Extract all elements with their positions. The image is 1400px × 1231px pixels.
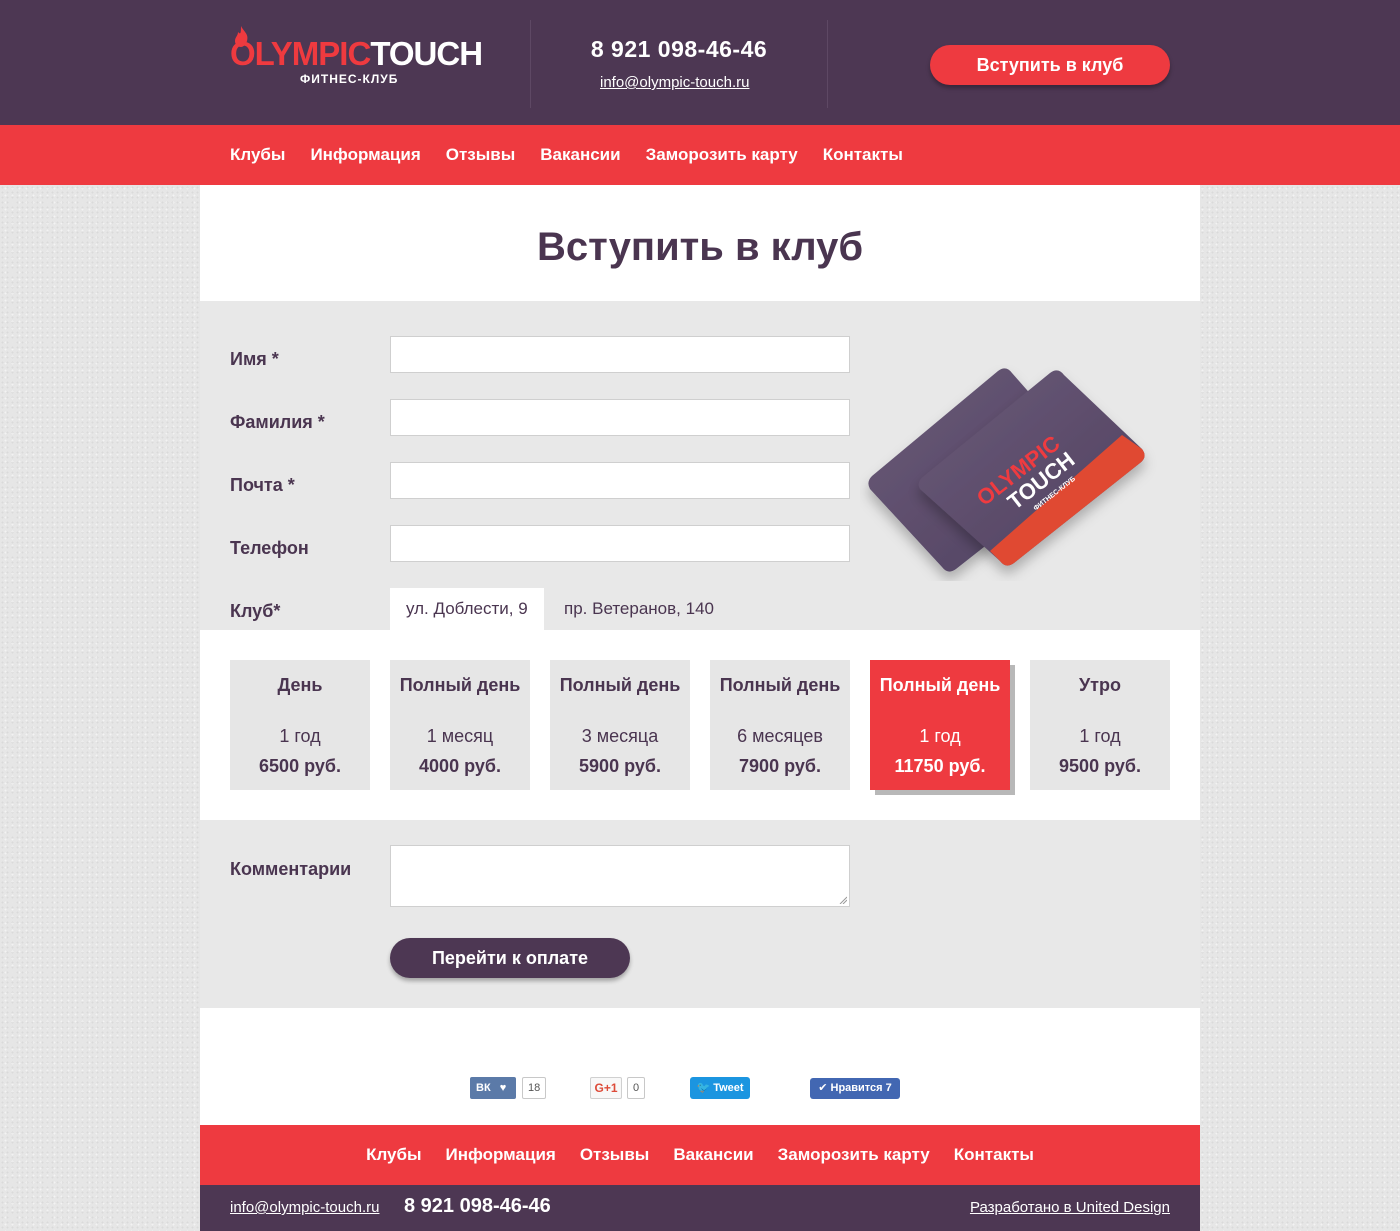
gplus-count: 0 bbox=[627, 1077, 646, 1099]
plan-price: 11750 руб. bbox=[894, 756, 986, 776]
developer-credit-link[interactable]: Разработано в United Design bbox=[970, 1199, 1170, 1216]
gplus-icon[interactable]: G+1 bbox=[590, 1077, 622, 1099]
nav-item-contacts[interactable]: Контакты bbox=[823, 125, 903, 185]
comment-textarea[interactable] bbox=[390, 845, 850, 907]
nav-item-info[interactable]: Информация bbox=[310, 125, 420, 185]
plan-period: 1 месяц bbox=[426, 726, 494, 746]
plan-period: 1 год bbox=[919, 726, 961, 746]
plan-price: 6500 руб. bbox=[259, 756, 341, 776]
vk-icon: ВК bbox=[476, 1082, 491, 1094]
membership-cards-image: OLYMPIC TOUCH ФИТНЕС-КЛУБ bbox=[868, 368, 1145, 572]
plan-card[interactable]: Полный день 6 месяцев 7900 руб. bbox=[710, 660, 850, 790]
proceed-to-payment-button[interactable]: Перейти к оплате bbox=[390, 938, 630, 978]
plan-card[interactable]: Утро 1 год 9500 руб. bbox=[1030, 660, 1170, 790]
plan-price: 5900 руб. bbox=[579, 756, 661, 776]
nav-item-vacancies[interactable]: Вакансии bbox=[540, 125, 620, 185]
join-form: Имя * Фамилия * Почта * Телефон Клуб* ул… bbox=[200, 301, 1200, 630]
page-title: Вступить в клуб bbox=[536, 225, 864, 269]
footer-email-link[interactable]: info@olympic-touch.ru bbox=[230, 1199, 379, 1216]
footer-nav: Клубы Информация Отзывы Вакансии Замороз… bbox=[200, 1125, 1200, 1185]
footer-nav-vacancies[interactable]: Вакансии bbox=[673, 1125, 753, 1185]
footer-nav-info[interactable]: Информация bbox=[446, 1125, 556, 1185]
surname-input[interactable] bbox=[390, 399, 850, 436]
plan-price: 9500 руб. bbox=[1059, 756, 1141, 776]
plan-name: Полный день bbox=[399, 675, 521, 695]
nav-item-clubs[interactable]: Клубы bbox=[230, 125, 285, 185]
comment-section: Комментарии Перейти к оплате bbox=[200, 820, 1200, 1008]
footer-nav-contacts[interactable]: Контакты bbox=[954, 1125, 1034, 1185]
surname-label: Фамилия * bbox=[230, 412, 325, 432]
heart-icon: ♥ bbox=[499, 1082, 507, 1094]
fb-like-label: Нравится 7 bbox=[830, 1082, 892, 1094]
membership-plans: День 1 год 6500 руб. Полный день 1 месяц… bbox=[230, 660, 1170, 790]
club-tab-doblesti[interactable]: ул. Доблести, 9 bbox=[390, 588, 544, 630]
gplus-share[interactable]: G+1 0 bbox=[590, 1077, 650, 1099]
plan-price: 4000 руб. bbox=[419, 756, 501, 776]
vk-share[interactable]: ВК ♥ 18 bbox=[470, 1077, 550, 1099]
comment-label: Комментарии bbox=[230, 859, 352, 879]
email-label: Почта * bbox=[230, 475, 295, 495]
plan-price: 7900 руб. bbox=[739, 756, 821, 776]
checkmark-icon: ✔ bbox=[818, 1082, 828, 1094]
resize-grip-icon[interactable] bbox=[839, 896, 847, 904]
phone-input[interactable] bbox=[390, 525, 850, 562]
tweet-button[interactable]: 🐦 Tweet bbox=[690, 1077, 750, 1099]
header-divider bbox=[827, 20, 828, 108]
plan-name: Утро bbox=[1078, 675, 1121, 695]
facebook-like-button[interactable]: ✔ Нравится 7 bbox=[810, 1078, 900, 1099]
plan-card[interactable]: Полный день 3 месяца 5900 руб. bbox=[550, 660, 690, 790]
logo-touch-text: TOUCH bbox=[370, 35, 483, 72]
plan-period: 6 месяцев bbox=[737, 726, 823, 746]
site-footer: info@olympic-touch.ru 8 921 098-46-46 Ра… bbox=[200, 1185, 1200, 1231]
plan-period: 1 год bbox=[279, 726, 321, 746]
plan-name: Полный день bbox=[559, 675, 681, 695]
footer-nav-reviews[interactable]: Отзывы bbox=[580, 1125, 650, 1185]
plan-name: Полный день bbox=[719, 675, 841, 695]
email-input[interactable] bbox=[390, 462, 850, 499]
main-nav: Клубы Информация Отзывы Вакансии Замороз… bbox=[0, 125, 1400, 185]
nav-item-reviews[interactable]: Отзывы bbox=[446, 125, 516, 185]
name-input[interactable] bbox=[390, 336, 850, 373]
club-label: Клуб* bbox=[230, 601, 281, 621]
phone-label: Телефон bbox=[230, 538, 309, 558]
vk-like-button[interactable]: ВК ♥ bbox=[470, 1077, 516, 1099]
join-club-button[interactable]: Вступить в клуб bbox=[930, 45, 1170, 85]
footer-nav-freeze-card[interactable]: Заморозить карту bbox=[778, 1125, 930, 1185]
flame-icon bbox=[235, 26, 248, 47]
plan-period: 1 год bbox=[1079, 726, 1121, 746]
plan-card[interactable]: Полный день 1 месяц 4000 руб. bbox=[390, 660, 530, 790]
plan-card-selected[interactable]: Полный день 1 год 11750 руб. bbox=[870, 660, 1010, 790]
tweet-label: Tweet bbox=[713, 1082, 744, 1094]
site-header: OLYMPICTOUCH ФИТНЕС-КЛУБ 8 921 098-46-46… bbox=[0, 0, 1400, 125]
plan-period: 3 месяца bbox=[581, 726, 659, 746]
name-label: Имя * bbox=[230, 349, 279, 369]
header-divider bbox=[530, 20, 531, 108]
plan-name: Полный день bbox=[879, 675, 1001, 695]
footer-nav-clubs[interactable]: Клубы bbox=[366, 1125, 421, 1185]
nav-item-freeze-card[interactable]: Заморозить карту bbox=[646, 125, 798, 185]
header-phone[interactable]: 8 921 098-46-46 bbox=[530, 36, 828, 63]
plan-name: День bbox=[277, 675, 323, 695]
logo-subtitle: ФИТНЕС-КЛУБ bbox=[300, 72, 399, 86]
logo-wordmark: OLYMPICTOUCH bbox=[230, 34, 483, 74]
twitter-bird-icon: 🐦 bbox=[696, 1082, 711, 1094]
club-tab-veteranov[interactable]: пр. Ветеранов, 140 bbox=[548, 588, 730, 630]
plan-card[interactable]: День 1 год 6500 руб. bbox=[230, 660, 370, 790]
footer-phone[interactable]: 8 921 098-46-46 bbox=[404, 1195, 551, 1218]
header-email-link[interactable]: info@olympic-touch.ru bbox=[600, 74, 749, 91]
vk-count: 18 bbox=[522, 1077, 547, 1099]
logo[interactable]: OLYMPICTOUCH ФИТНЕС-КЛУБ bbox=[230, 26, 483, 90]
main-content: Вступить в клуб Имя * Фамилия * Почта * … bbox=[200, 185, 1200, 1125]
